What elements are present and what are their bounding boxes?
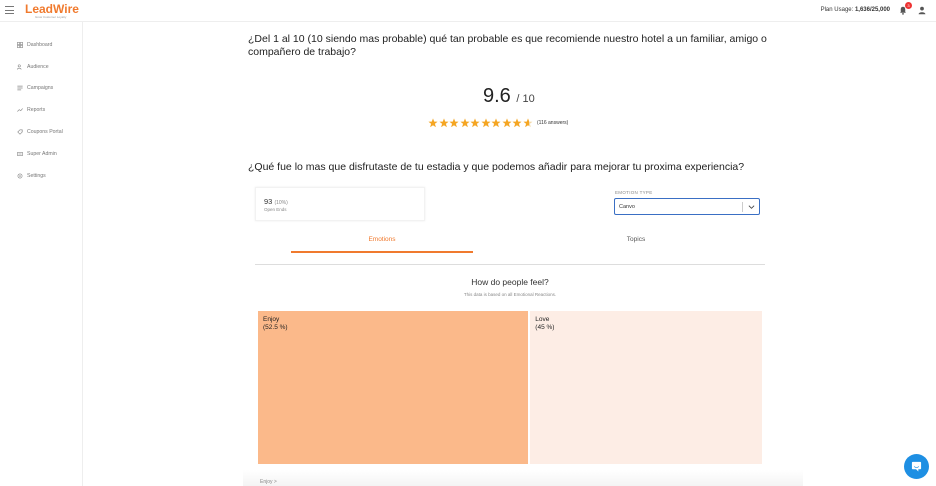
answers-count: (116 answers) <box>537 120 569 126</box>
sidebar-item-label: Reports <box>27 107 46 114</box>
treemap-cell-love[interactable]: Love (45 %) <box>530 311 762 464</box>
sidebar-item-label: Super Admin <box>27 150 57 157</box>
plan-usage-label: Plan Usage: <box>820 7 854 13</box>
sidebar-item-campaigns[interactable]: Campaigns <box>0 78 82 100</box>
star-icon <box>512 118 522 128</box>
open-ends-label: Open Ends <box>264 207 287 212</box>
star-icon <box>523 118 532 128</box>
score-display: 9.6 / 10 <box>483 85 535 108</box>
star-icon <box>470 118 480 128</box>
open-ends-percent: (10%) <box>274 200 288 206</box>
admin-icon <box>17 152 23 156</box>
chat-button[interactable] <box>904 454 929 479</box>
score-denominator: / 10 <box>516 93 535 105</box>
logo-text: LeadWire <box>25 2 79 16</box>
sidebar: Dashboard Audience Campaigns Reports Cou… <box>0 22 83 486</box>
settings-icon <box>17 173 23 179</box>
star-icon <box>502 118 511 128</box>
question-2-text: ¿Qué fue lo mas que disfrutaste de tu es… <box>248 161 745 173</box>
star-icon <box>439 118 448 128</box>
bottom-fade <box>243 470 803 486</box>
section-bottom-label[interactable]: Enjoy > <box>260 479 277 485</box>
treemap-cell-percent: (45 %) <box>535 324 555 331</box>
main-content: ¿Del 1 al 10 (10 siendo mas probable) qu… <box>83 22 936 486</box>
star-rating: (116 answers) <box>428 118 568 128</box>
tab-topics[interactable]: Topics <box>553 236 719 243</box>
chart-subtitle: This data is based on all Emotional Reac… <box>463 292 557 297</box>
reports-icon <box>17 108 23 112</box>
sidebar-item-coupons-portal[interactable]: Coupons Portal <box>0 121 82 143</box>
plan-usage-value: 1,636/25,000 <box>854 7 890 13</box>
emotion-treemap: Enjoy (52.5 %) Love (45 %) <box>258 311 762 464</box>
plan-usage: Plan Usage: 1,636/25,000 <box>821 7 890 13</box>
treemap-cell-percent: (52.5 %) <box>263 324 288 331</box>
emotion-type-value: Canvo <box>619 204 635 210</box>
sidebar-item-label: Coupons Portal <box>27 129 63 136</box>
coupon-icon <box>17 129 23 135</box>
select-divider <box>742 202 743 212</box>
open-ends-count: 93 (10%) <box>264 197 288 206</box>
sidebar-item-reports[interactable]: Reports <box>0 99 82 121</box>
campaigns-icon <box>17 86 23 91</box>
sidebar-item-label: Audience <box>27 63 49 70</box>
emotion-type-select[interactable]: Canvo <box>614 198 760 215</box>
chat-icon <box>911 461 922 472</box>
logo[interactable]: LeadWire Grow Customer Loyalty <box>25 3 79 19</box>
star-icon <box>449 118 459 128</box>
emotion-type-label: EMOTION TYPE <box>615 190 653 195</box>
treemap-cell-label: Love <box>535 316 550 323</box>
treemap-cell-label: Enjoy <box>263 316 280 323</box>
sidebar-item-audience[interactable]: Audience <box>0 56 82 78</box>
chevron-down-icon <box>748 205 755 209</box>
sidebar-item-dashboard[interactable]: Dashboard <box>0 34 82 56</box>
tabs-divider <box>255 264 765 265</box>
star-icon <box>428 118 438 128</box>
sidebar-item-super-admin[interactable]: Super Admin <box>0 143 82 165</box>
star-icon <box>460 118 469 128</box>
tab-emotions[interactable]: Emotions <box>291 236 473 243</box>
score-value: 9.6 <box>483 85 511 107</box>
dashboard-icon <box>17 41 23 48</box>
active-tab-indicator <box>291 251 473 253</box>
star-row <box>428 118 533 128</box>
sidebar-item-label: Dashboard <box>27 41 53 48</box>
open-ends-card: 93 (10%) Open Ends <box>255 187 425 221</box>
user-icon[interactable] <box>918 6 926 15</box>
treemap-cell-enjoy[interactable]: Enjoy (52.5 %) <box>258 311 529 464</box>
open-ends-number: 93 <box>264 197 273 206</box>
star-icon <box>491 118 501 128</box>
menu-icon[interactable] <box>5 6 14 14</box>
top-bar: LeadWire Grow Customer Loyalty Plan Usag… <box>0 0 936 22</box>
notification-badge: 3 <box>905 2 912 9</box>
sidebar-item-settings[interactable]: Settings <box>0 165 82 187</box>
question-1-text: ¿Del 1 al 10 (10 siendo mas probable) qu… <box>248 33 767 58</box>
sidebar-item-label: Campaigns <box>27 85 54 92</box>
star-icon <box>481 118 490 128</box>
chart-title: How do people feel? <box>471 277 549 287</box>
audience-icon <box>17 64 22 70</box>
sidebar-item-label: Settings <box>27 172 46 179</box>
